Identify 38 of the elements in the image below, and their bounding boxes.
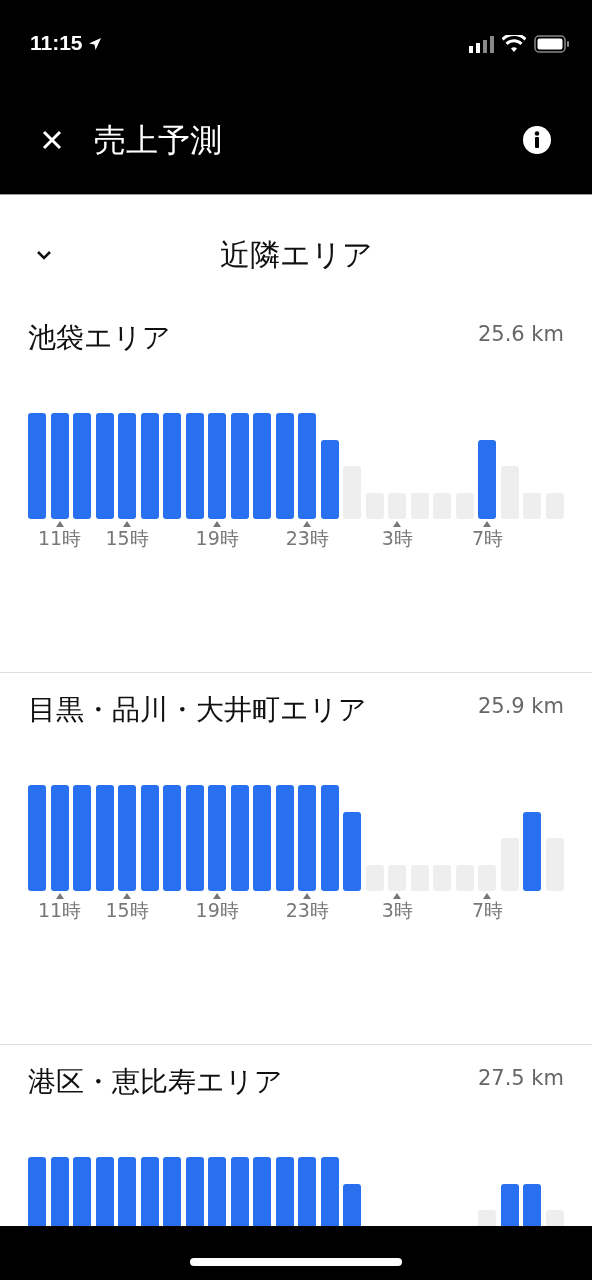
hour-label: 19時 <box>195 899 239 921</box>
hour-label: 7時 <box>471 899 503 921</box>
tick-marker-icon <box>393 521 402 527</box>
hour-label: 3時 <box>381 527 413 549</box>
status-time: 11:15 <box>30 31 83 55</box>
tick-marker-icon <box>123 893 132 899</box>
tick-marker-icon <box>123 521 132 527</box>
info-icon <box>522 124 552 155</box>
area-name: 池袋エリア <box>28 320 171 356</box>
tick-marker-icon <box>55 893 64 899</box>
tick-marker-icon <box>303 893 312 899</box>
tick-marker-icon <box>483 893 492 899</box>
area-name: 目黒・品川・大井町エリア <box>28 692 367 728</box>
hour-label: 15時 <box>105 899 149 921</box>
screen-title: 売上予測 <box>94 120 223 161</box>
area-name: 港区・恵比寿エリア <box>28 1064 283 1100</box>
tick-marker-icon <box>213 893 222 899</box>
hour-label: 19時 <box>195 527 239 549</box>
hour-label: 7時 <box>471 527 503 549</box>
hour-label: 11時 <box>37 527 82 549</box>
battery-icon <box>534 35 570 53</box>
tick-marker-icon <box>213 521 222 527</box>
section-title: 近隣エリア <box>218 235 374 274</box>
wifi-icon <box>502 35 526 53</box>
hour-label: 15時 <box>105 527 149 549</box>
hour-label: 23時 <box>285 527 329 549</box>
distance-label: 27.5 km <box>477 1065 564 1092</box>
signal-icon <box>469 35 494 53</box>
tick-marker-icon <box>303 521 312 527</box>
tick-marker-icon <box>55 521 64 527</box>
hour-label: 3時 <box>381 899 413 921</box>
location-arrow-icon <box>87 37 102 51</box>
hour-label: 23時 <box>285 899 329 921</box>
distance-label: 25.6 km <box>477 321 564 348</box>
tick-marker-icon <box>393 893 402 899</box>
hour-label: 11時 <box>37 899 82 921</box>
tick-marker-icon <box>483 521 492 527</box>
distance-label: 25.9 km <box>477 693 564 720</box>
